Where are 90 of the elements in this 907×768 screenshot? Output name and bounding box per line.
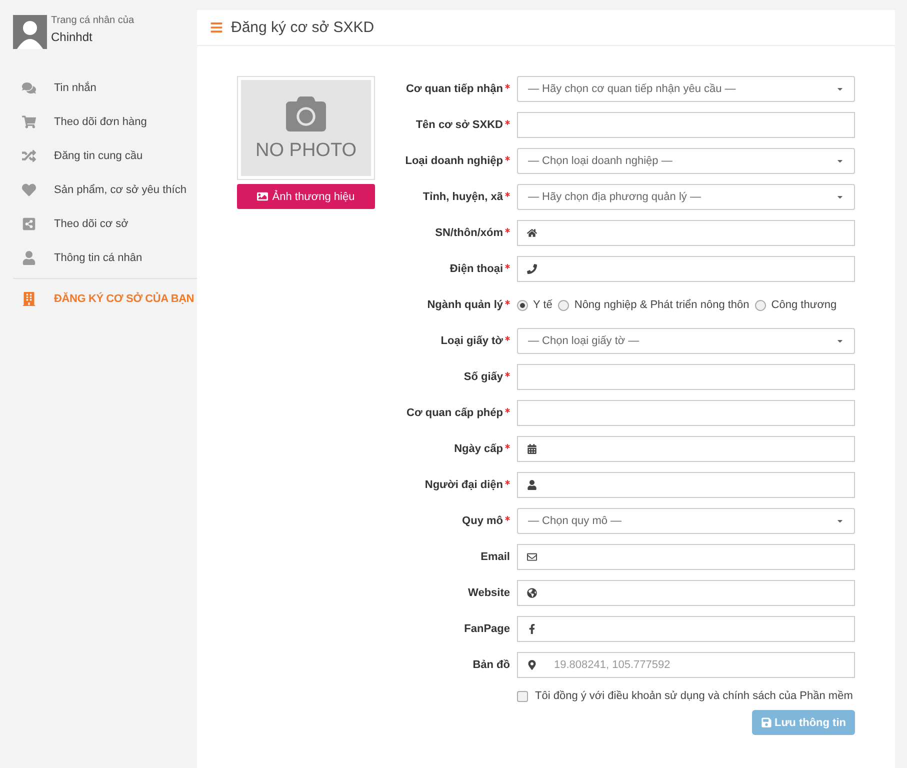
sidebar-item[interactable]: Theo dõi đơn hàng: [0, 105, 197, 139]
caret-icon: [836, 337, 844, 345]
caret-icon: [836, 157, 844, 165]
field-label: Ngày cấp: [375, 443, 510, 455]
input-field[interactable]: [517, 112, 855, 138]
share-icon: [22, 217, 36, 231]
cart-icon: [22, 115, 36, 129]
input-field[interactable]: [517, 616, 855, 642]
field-label: Ngành quản lý: [375, 299, 510, 311]
field-label: Bản đồ: [472, 659, 510, 671]
field-label: Email: [480, 551, 510, 563]
profile-name: Chinhdt: [51, 30, 94, 44]
panel-title: Đăng ký cơ sở SXKD: [231, 19, 374, 36]
input-field[interactable]: [517, 220, 855, 246]
image-icon: [257, 191, 268, 202]
field-label: Loại doanh nghiệp: [375, 155, 510, 167]
field-label: Website: [467, 587, 510, 599]
radio-button[interactable]: [755, 300, 766, 310]
heart-icon: [22, 183, 36, 197]
required-icon: [505, 480, 510, 485]
map-pin-icon: [527, 660, 537, 670]
radio-button[interactable]: [517, 300, 528, 310]
required-icon: [505, 156, 510, 161]
required-icon: [505, 120, 510, 125]
sidebar-item[interactable]: Thông tin cá nhân: [0, 241, 197, 275]
caret-icon: [836, 85, 844, 93]
select-field[interactable]: — Hãy chọn cơ quan tiếp nhận yêu cầu —: [517, 76, 855, 102]
shuffle-icon: [22, 149, 36, 163]
field-label: Điện thoại: [375, 263, 510, 275]
required-icon: [505, 300, 510, 305]
input-field[interactable]: [517, 472, 855, 498]
field-label: Tỉnh, huyện, xã: [375, 191, 510, 203]
checkbox[interactable]: [517, 690, 528, 702]
radio-option[interactable]: Y tế: [517, 299, 552, 311]
field-label: Cơ quan tiếp nhận: [375, 83, 510, 95]
field-label: Tên cơ sở SXKD: [375, 119, 510, 131]
input-field[interactable]: [517, 256, 855, 282]
input-field[interactable]: [517, 364, 855, 390]
home-icon: [527, 228, 537, 238]
avatar: [13, 15, 47, 49]
input-field[interactable]: 19.808241, 105.777592: [517, 652, 855, 678]
calendar-icon: [527, 444, 537, 454]
radio-button[interactable]: [558, 300, 570, 310]
select-field[interactable]: — Chọn loại giấy tờ —: [517, 328, 855, 354]
select-field[interactable]: — Hãy chọn địa phương quản lý —: [517, 184, 855, 210]
input-field[interactable]: [517, 544, 855, 570]
radio-option[interactable]: Nông nghiệp & Phát triển nông thôn: [558, 299, 750, 311]
agreement-option[interactable]: Tôi đồng ý với điều khoản sử dụng và chính sách của Phần mềm: [517, 690, 855, 702]
facebook-icon: [527, 624, 537, 634]
sidebar-item[interactable]: Theo dõi cơ sở: [0, 207, 197, 241]
required-icon: [505, 408, 510, 413]
field-label: Quy mô: [375, 515, 510, 527]
envelope-icon: [527, 552, 537, 562]
field-label: Cơ quan cấp phép: [375, 407, 510, 419]
field-label: Số giấy: [375, 371, 510, 383]
person-icon: [22, 251, 36, 265]
required-icon: [505, 192, 510, 197]
camera-icon: [283, 94, 329, 134]
sidebar-item[interactable]: Đăng tin cung cầu: [0, 139, 197, 173]
required-icon: [505, 264, 510, 269]
required-icon: [505, 336, 510, 341]
person-icon: [527, 480, 537, 490]
select-field[interactable]: — Chọn loại doanh nghiệp —: [517, 148, 855, 174]
required-icon: [505, 372, 510, 377]
save-icon: [760, 717, 772, 728]
required-icon: [505, 84, 510, 89]
required-icon: [505, 516, 510, 521]
required-icon: [505, 228, 510, 233]
field-label: FanPage: [463, 623, 510, 635]
input-field[interactable]: [517, 400, 855, 426]
sidebar-item[interactable]: Tin nhắn: [0, 71, 197, 105]
caret-icon: [836, 193, 844, 201]
field-label: Người đại diện: [375, 479, 510, 491]
input-field[interactable]: [517, 436, 855, 462]
chat-icon: [22, 81, 36, 95]
sidebar-item[interactable]: Sản phẩm, cơ sở yêu thích: [0, 173, 197, 207]
input-field[interactable]: [517, 580, 855, 606]
select-field[interactable]: — Chọn quy mô —: [517, 508, 855, 534]
field-label: Loại giấy tờ: [375, 335, 510, 347]
field-label: SN/thôn/xóm: [375, 227, 510, 239]
building-icon: [22, 292, 36, 306]
no-photo-text: NO PHOTO: [256, 140, 356, 162]
caret-icon: [836, 517, 844, 525]
brand-image-button[interactable]: Ảnh thương hiệu: [237, 184, 375, 209]
profile-caption: Trang cá nhân của: [51, 15, 134, 26]
menu-icon[interactable]: [210, 21, 223, 34]
radio-option[interactable]: Công thương: [755, 299, 837, 311]
required-icon: [505, 444, 510, 449]
phone-icon: [527, 264, 537, 274]
globe-icon: [527, 588, 537, 598]
